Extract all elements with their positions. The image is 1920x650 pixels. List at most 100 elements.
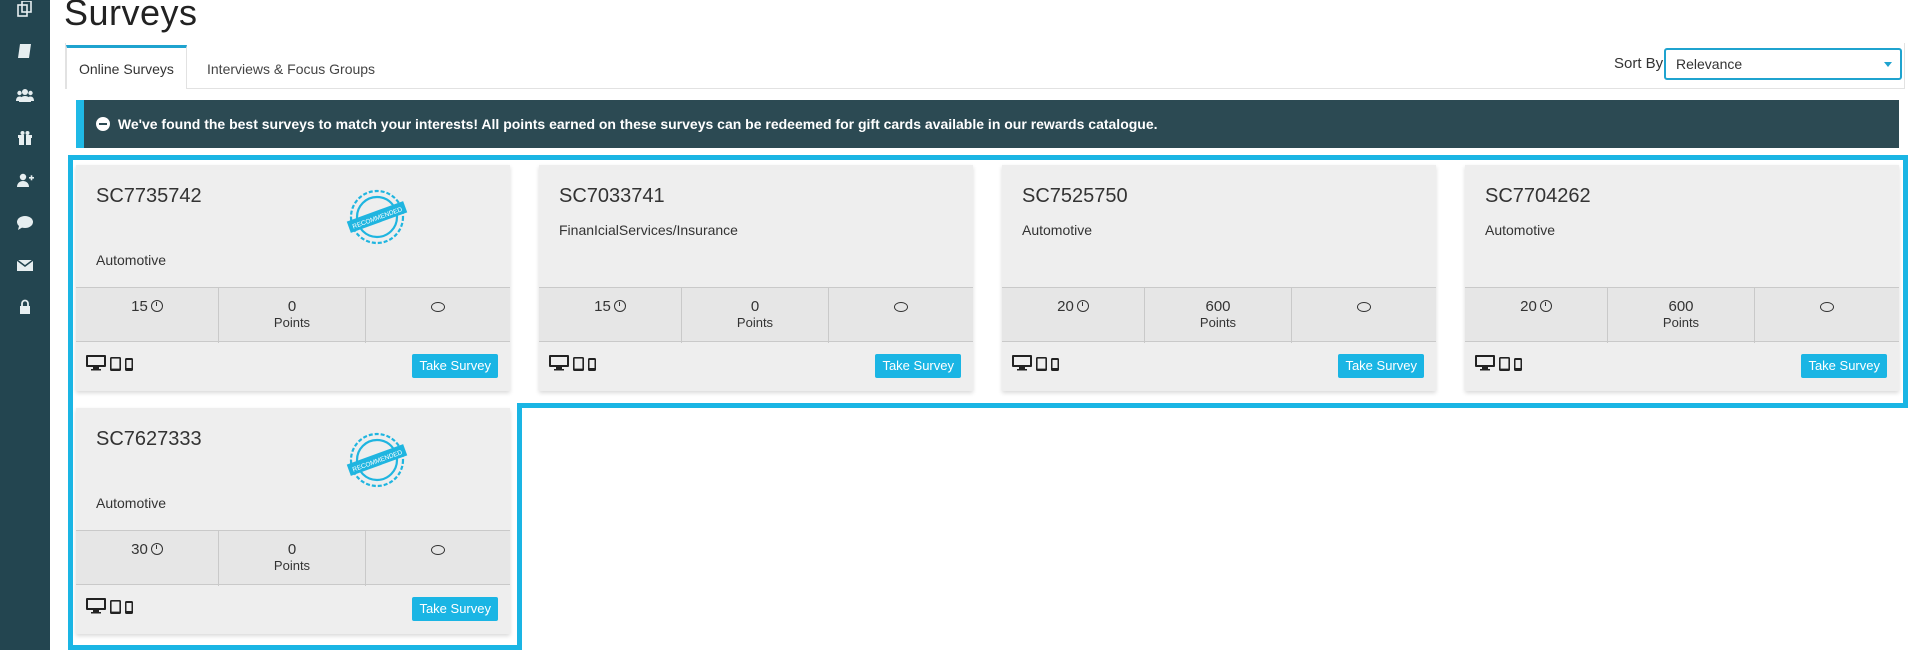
take-survey-button[interactable]: Take Survey [1338, 354, 1424, 378]
minus-circle-icon[interactable] [96, 117, 110, 131]
comment-icon[interactable] [1820, 302, 1834, 312]
survey-length: 15 [76, 288, 218, 343]
lock-icon[interactable] [15, 298, 35, 316]
take-survey-button[interactable]: Take Survey [875, 354, 961, 378]
survey-category: Automotive [1022, 222, 1093, 238]
clock-icon [613, 300, 626, 312]
survey-card: SC7704262 Automotive 20 600 Points Take … [1465, 165, 1899, 391]
comment-icon[interactable] [894, 302, 908, 312]
tablet-icon [1499, 357, 1510, 371]
phone-icon [1514, 358, 1522, 371]
desktop-icon [1012, 355, 1032, 371]
survey-id: SC7704262 [1485, 185, 1591, 207]
comment-icon[interactable] [15, 214, 35, 232]
survey-id: SC7525750 [1022, 185, 1128, 207]
sort-select[interactable]: Relevance [1664, 48, 1902, 80]
survey-points: 0 Points [218, 531, 365, 586]
tablet-icon [1036, 357, 1047, 371]
survey-minutes: 30 [131, 541, 148, 558]
device-icons [86, 355, 133, 371]
device-icons [1012, 355, 1059, 371]
survey-length: 30 [76, 531, 218, 586]
phone-icon [1051, 358, 1059, 371]
info-banner: We've found the best surveys to match yo… [76, 100, 1899, 148]
comment-icon[interactable] [431, 545, 445, 555]
survey-minutes: 15 [594, 298, 611, 315]
survey-comments[interactable] [365, 531, 510, 586]
desktop-icon [86, 598, 106, 614]
recommended-badge-icon: RECOMMENDED [346, 189, 408, 245]
desktop-icon [549, 355, 569, 371]
survey-stats: 15 0 Points [76, 287, 510, 343]
recommended-badge-icon: RECOMMENDED [346, 432, 408, 488]
survey-points-value: 600 [1668, 298, 1694, 315]
tab-interviews-focus-groups[interactable]: Interviews & Focus Groups [195, 45, 387, 89]
survey-points: 0 Points [218, 288, 365, 343]
survey-id: SC7627333 [96, 428, 202, 450]
tab-online-surveys[interactable]: Online Surveys [66, 45, 187, 89]
clock-icon [1539, 300, 1552, 312]
survey-points-value: 600 [1205, 298, 1231, 315]
survey-points-label: Points [273, 558, 311, 573]
phone-icon [125, 358, 133, 371]
device-icons [86, 598, 133, 614]
device-icons [549, 355, 596, 371]
users-icon[interactable] [15, 86, 35, 104]
phone-icon [125, 601, 133, 614]
survey-comments[interactable] [365, 288, 510, 343]
take-survey-button[interactable]: Take Survey [412, 597, 498, 621]
survey-comments[interactable] [1291, 288, 1436, 343]
copy-icon[interactable] [15, 0, 35, 18]
survey-category: Automotive [96, 495, 167, 511]
survey-points-value: 0 [287, 298, 297, 315]
tablet-icon [573, 357, 584, 371]
take-survey-button[interactable]: Take Survey [1801, 354, 1887, 378]
highlight-outline-step [517, 403, 1908, 408]
survey-comments[interactable] [1754, 288, 1899, 343]
book-icon[interactable] [15, 42, 35, 60]
sort-select-value: Relevance [1676, 56, 1743, 72]
desktop-icon [1475, 355, 1495, 371]
survey-minutes: 15 [131, 298, 148, 315]
page-title: Surveys [64, 0, 198, 33]
clock-icon [150, 543, 163, 555]
survey-points-label: Points [1199, 315, 1237, 330]
tablet-icon [110, 600, 121, 614]
survey-id: SC7735742 [96, 185, 202, 207]
clock-icon [1076, 300, 1089, 312]
envelope-icon[interactable] [15, 256, 35, 274]
survey-points-label: Points [1662, 315, 1700, 330]
survey-minutes: 20 [1057, 298, 1074, 315]
survey-card: SC7033741 FinanIcialServices/Insurance 1… [539, 165, 973, 391]
survey-length: 20 [1002, 288, 1144, 343]
survey-category: Automotive [96, 252, 167, 268]
survey-id: SC7033741 [559, 185, 665, 207]
survey-comments[interactable] [828, 288, 973, 343]
phone-icon [588, 358, 596, 371]
survey-length: 15 [539, 288, 681, 343]
comment-icon[interactable] [431, 302, 445, 312]
survey-points-value: 0 [750, 298, 760, 315]
clock-icon [150, 300, 163, 312]
sort-by-label: Sort By [1614, 55, 1664, 72]
survey-card: SC7627333 RECOMMENDED Automotive 30 0 Po… [76, 408, 510, 634]
take-survey-button[interactable]: Take Survey [412, 354, 498, 378]
survey-points-label: Points [273, 315, 311, 330]
add-user-icon[interactable] [15, 171, 35, 189]
sidebar [0, 0, 50, 650]
survey-points-label: Points [736, 315, 774, 330]
survey-length: 20 [1465, 288, 1607, 343]
banner-text: We've found the best surveys to match yo… [117, 116, 1158, 132]
survey-category: Automotive [1485, 222, 1556, 238]
survey-stats: 30 0 Points [76, 530, 510, 586]
gift-icon[interactable] [15, 129, 35, 147]
survey-card: SC7525750 Automotive 20 600 Points Take … [1002, 165, 1436, 391]
comment-icon[interactable] [1357, 302, 1371, 312]
survey-stats: 20 600 Points [1465, 287, 1899, 343]
survey-category: FinanIcialServices/Insurance [559, 222, 738, 238]
survey-points: 600 Points [1144, 288, 1291, 343]
chevron-down-icon [1884, 62, 1892, 67]
survey-points: 600 Points [1607, 288, 1754, 343]
device-icons [1475, 355, 1522, 371]
survey-points: 0 Points [681, 288, 828, 343]
